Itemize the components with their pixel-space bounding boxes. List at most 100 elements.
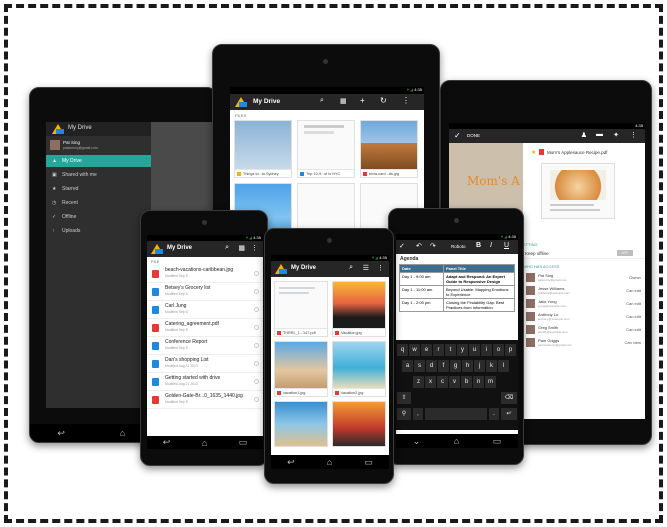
list-item[interactable]: beach-vacations-caribbean.jpg Modified Se…: [147, 265, 263, 283]
key[interactable]: q: [397, 344, 408, 356]
add-icon[interactable]: +: [360, 96, 365, 105]
mic-key-icon[interactable]: ⚲: [397, 408, 411, 420]
list-item[interactable]: Conference Report Modified Sep 8: [147, 337, 263, 355]
shift-key-icon[interactable]: ⇧: [397, 392, 411, 404]
key[interactable]: m: [485, 376, 496, 388]
table-cell[interactable]: Day 1 - 9:00 am: [399, 272, 444, 286]
key[interactable]: z: [413, 376, 424, 388]
list-item[interactable]: Golden-Gate-Br...0_1635_1440.jpg Modified…: [147, 391, 263, 409]
search-icon[interactable]: ⌕: [225, 244, 229, 252]
recents-icon[interactable]: ▭: [364, 457, 373, 468]
person-role[interactable]: Can edit: [626, 327, 641, 332]
info-icon[interactable]: [254, 379, 259, 384]
key[interactable]: k: [486, 360, 497, 372]
share-row[interactable]: Jake Yung jyung@example.com Can edit: [523, 298, 645, 310]
font-selector[interactable]: Roboto: [451, 244, 466, 249]
overflow-menu-icon[interactable]: ⋮: [377, 264, 384, 272]
list-item[interactable]: Dan's shopping List Modified Aug 21 2013: [147, 355, 263, 373]
overflow-menu-icon[interactable]: ⋮: [251, 244, 258, 252]
info-icon[interactable]: [254, 271, 259, 276]
key[interactable]: s: [414, 360, 425, 372]
key[interactable]: w: [409, 344, 420, 356]
key[interactable]: r: [433, 344, 444, 356]
info-icon[interactable]: [254, 325, 259, 330]
refresh-icon[interactable]: ↻: [380, 96, 387, 105]
file-thumb[interactable]: Trip 10-9...st in NYC: [297, 120, 355, 178]
table-cell[interactable]: Day 1 - 11:00 am: [399, 285, 444, 299]
share-row[interactable]: Pam Griggs pamecolemo@gmail.com Can view: [523, 337, 645, 349]
nav-item-starred[interactable]: ★ Starred: [46, 183, 151, 195]
info-icon[interactable]: [254, 397, 259, 402]
info-icon[interactable]: [254, 307, 259, 312]
key[interactable]: c: [437, 376, 448, 388]
key[interactable]: h: [462, 360, 473, 372]
key[interactable]: a: [402, 360, 413, 372]
file-thumb[interactable]: vacation1.jpg: [274, 341, 328, 397]
list-view-icon[interactable]: ☰: [363, 264, 369, 272]
check-icon[interactable]: ✓: [399, 242, 405, 250]
home-icon[interactable]: ⌂: [202, 438, 207, 448]
info-icon[interactable]: [254, 343, 259, 348]
key[interactable]: y: [457, 344, 468, 356]
table-cell[interactable]: Beyond Usable: Mapping Emotions to Exper…: [443, 285, 515, 299]
info-icon[interactable]: [254, 361, 259, 366]
file-thumb[interactable]: THRRL_1...147.pdf: [274, 281, 328, 337]
offline-toggle[interactable]: OFF: [617, 250, 633, 256]
pin-icon[interactable]: ✦: [613, 131, 619, 139]
key[interactable]: v: [449, 376, 460, 388]
nav-item-offline[interactable]: ✓ Offline: [46, 211, 151, 223]
grid-view-icon[interactable]: ▦: [238, 244, 245, 252]
back-icon[interactable]: ↩: [287, 457, 295, 468]
done-label[interactable]: DONE: [467, 133, 480, 138]
table-cell[interactable]: Day 1 - 2:00 pm: [399, 298, 444, 312]
key[interactable]: o: [493, 344, 504, 356]
account-block[interactable]: Pat Sing patsonnny@gmail.com: [46, 138, 151, 152]
search-icon[interactable]: ⌕: [320, 97, 324, 105]
file-thumb[interactable]: Vacation.jpg: [332, 281, 386, 337]
italic-icon[interactable]: I: [490, 242, 492, 249]
file-thumb[interactable]: Things to...to Sydney: [234, 120, 292, 178]
key[interactable]: e: [421, 344, 432, 356]
share-row[interactable]: Anthony Lu anthony@example.com Can edit: [523, 311, 645, 323]
nav-item-recent[interactable]: ◷ Recent: [46, 197, 151, 209]
list-item[interactable]: Carl Jung Modified Sep 8: [147, 301, 263, 319]
file-thumb[interactable]: vacation2.jpg: [332, 341, 386, 397]
check-icon[interactable]: ✓: [454, 131, 461, 140]
info-icon[interactable]: [254, 289, 259, 294]
star-icon[interactable]: ★: [531, 149, 536, 156]
key[interactable]: n: [473, 376, 484, 388]
list-item[interactable]: Betsey's Grocery list Modified Sep 8: [147, 283, 263, 301]
nav-item-my-drive[interactable]: ▲ My Drive: [46, 155, 151, 167]
nav-item-uploads[interactable]: ↑ Uploads: [46, 225, 151, 237]
overflow-menu-icon[interactable]: ⋮: [402, 96, 410, 105]
keep-offline-row[interactable]: Keep offline OFF: [523, 249, 645, 259]
table-cell[interactable]: Closing the Findability Gap: Best Practi…: [443, 298, 515, 312]
enter-key-icon[interactable]: ↵: [501, 408, 517, 420]
key[interactable]: u: [469, 344, 480, 356]
home-icon[interactable]: ⌂: [454, 436, 459, 446]
nav-item-shared[interactable]: ▣ Shared with me: [46, 169, 151, 181]
key[interactable]: f: [438, 360, 449, 372]
back-icon[interactable]: ⌄: [413, 436, 421, 447]
recents-icon[interactable]: ▭: [493, 436, 502, 447]
key[interactable]: i: [481, 344, 492, 356]
person-role[interactable]: Can edit: [626, 288, 641, 293]
grid-view-icon[interactable]: ▦: [340, 97, 347, 105]
share-row[interactable]: Pat Sing patsonny@gmail.com Owner: [523, 272, 645, 284]
key[interactable]: d: [426, 360, 437, 372]
recents-icon[interactable]: ▭: [239, 437, 248, 448]
list-item[interactable]: Catering_agreement.pdf Modified Sep 8: [147, 319, 263, 337]
key[interactable]: g: [450, 360, 461, 372]
backspace-key-icon[interactable]: ⌫: [501, 392, 517, 404]
key[interactable]: b: [461, 376, 472, 388]
back-icon[interactable]: ↩: [57, 428, 65, 439]
add-person-icon[interactable]: ♟: [581, 131, 587, 139]
person-role[interactable]: Owner: [629, 275, 641, 280]
search-icon[interactable]: ⌕: [349, 264, 353, 272]
space-bar[interactable]: [425, 408, 487, 420]
key[interactable]: l: [498, 360, 509, 372]
key[interactable]: x: [425, 376, 436, 388]
table-cell[interactable]: Adapt and Respond: An Expert Guide to Re…: [443, 272, 515, 286]
period-key[interactable]: .: [489, 408, 499, 420]
home-icon[interactable]: ⌂: [120, 428, 125, 438]
